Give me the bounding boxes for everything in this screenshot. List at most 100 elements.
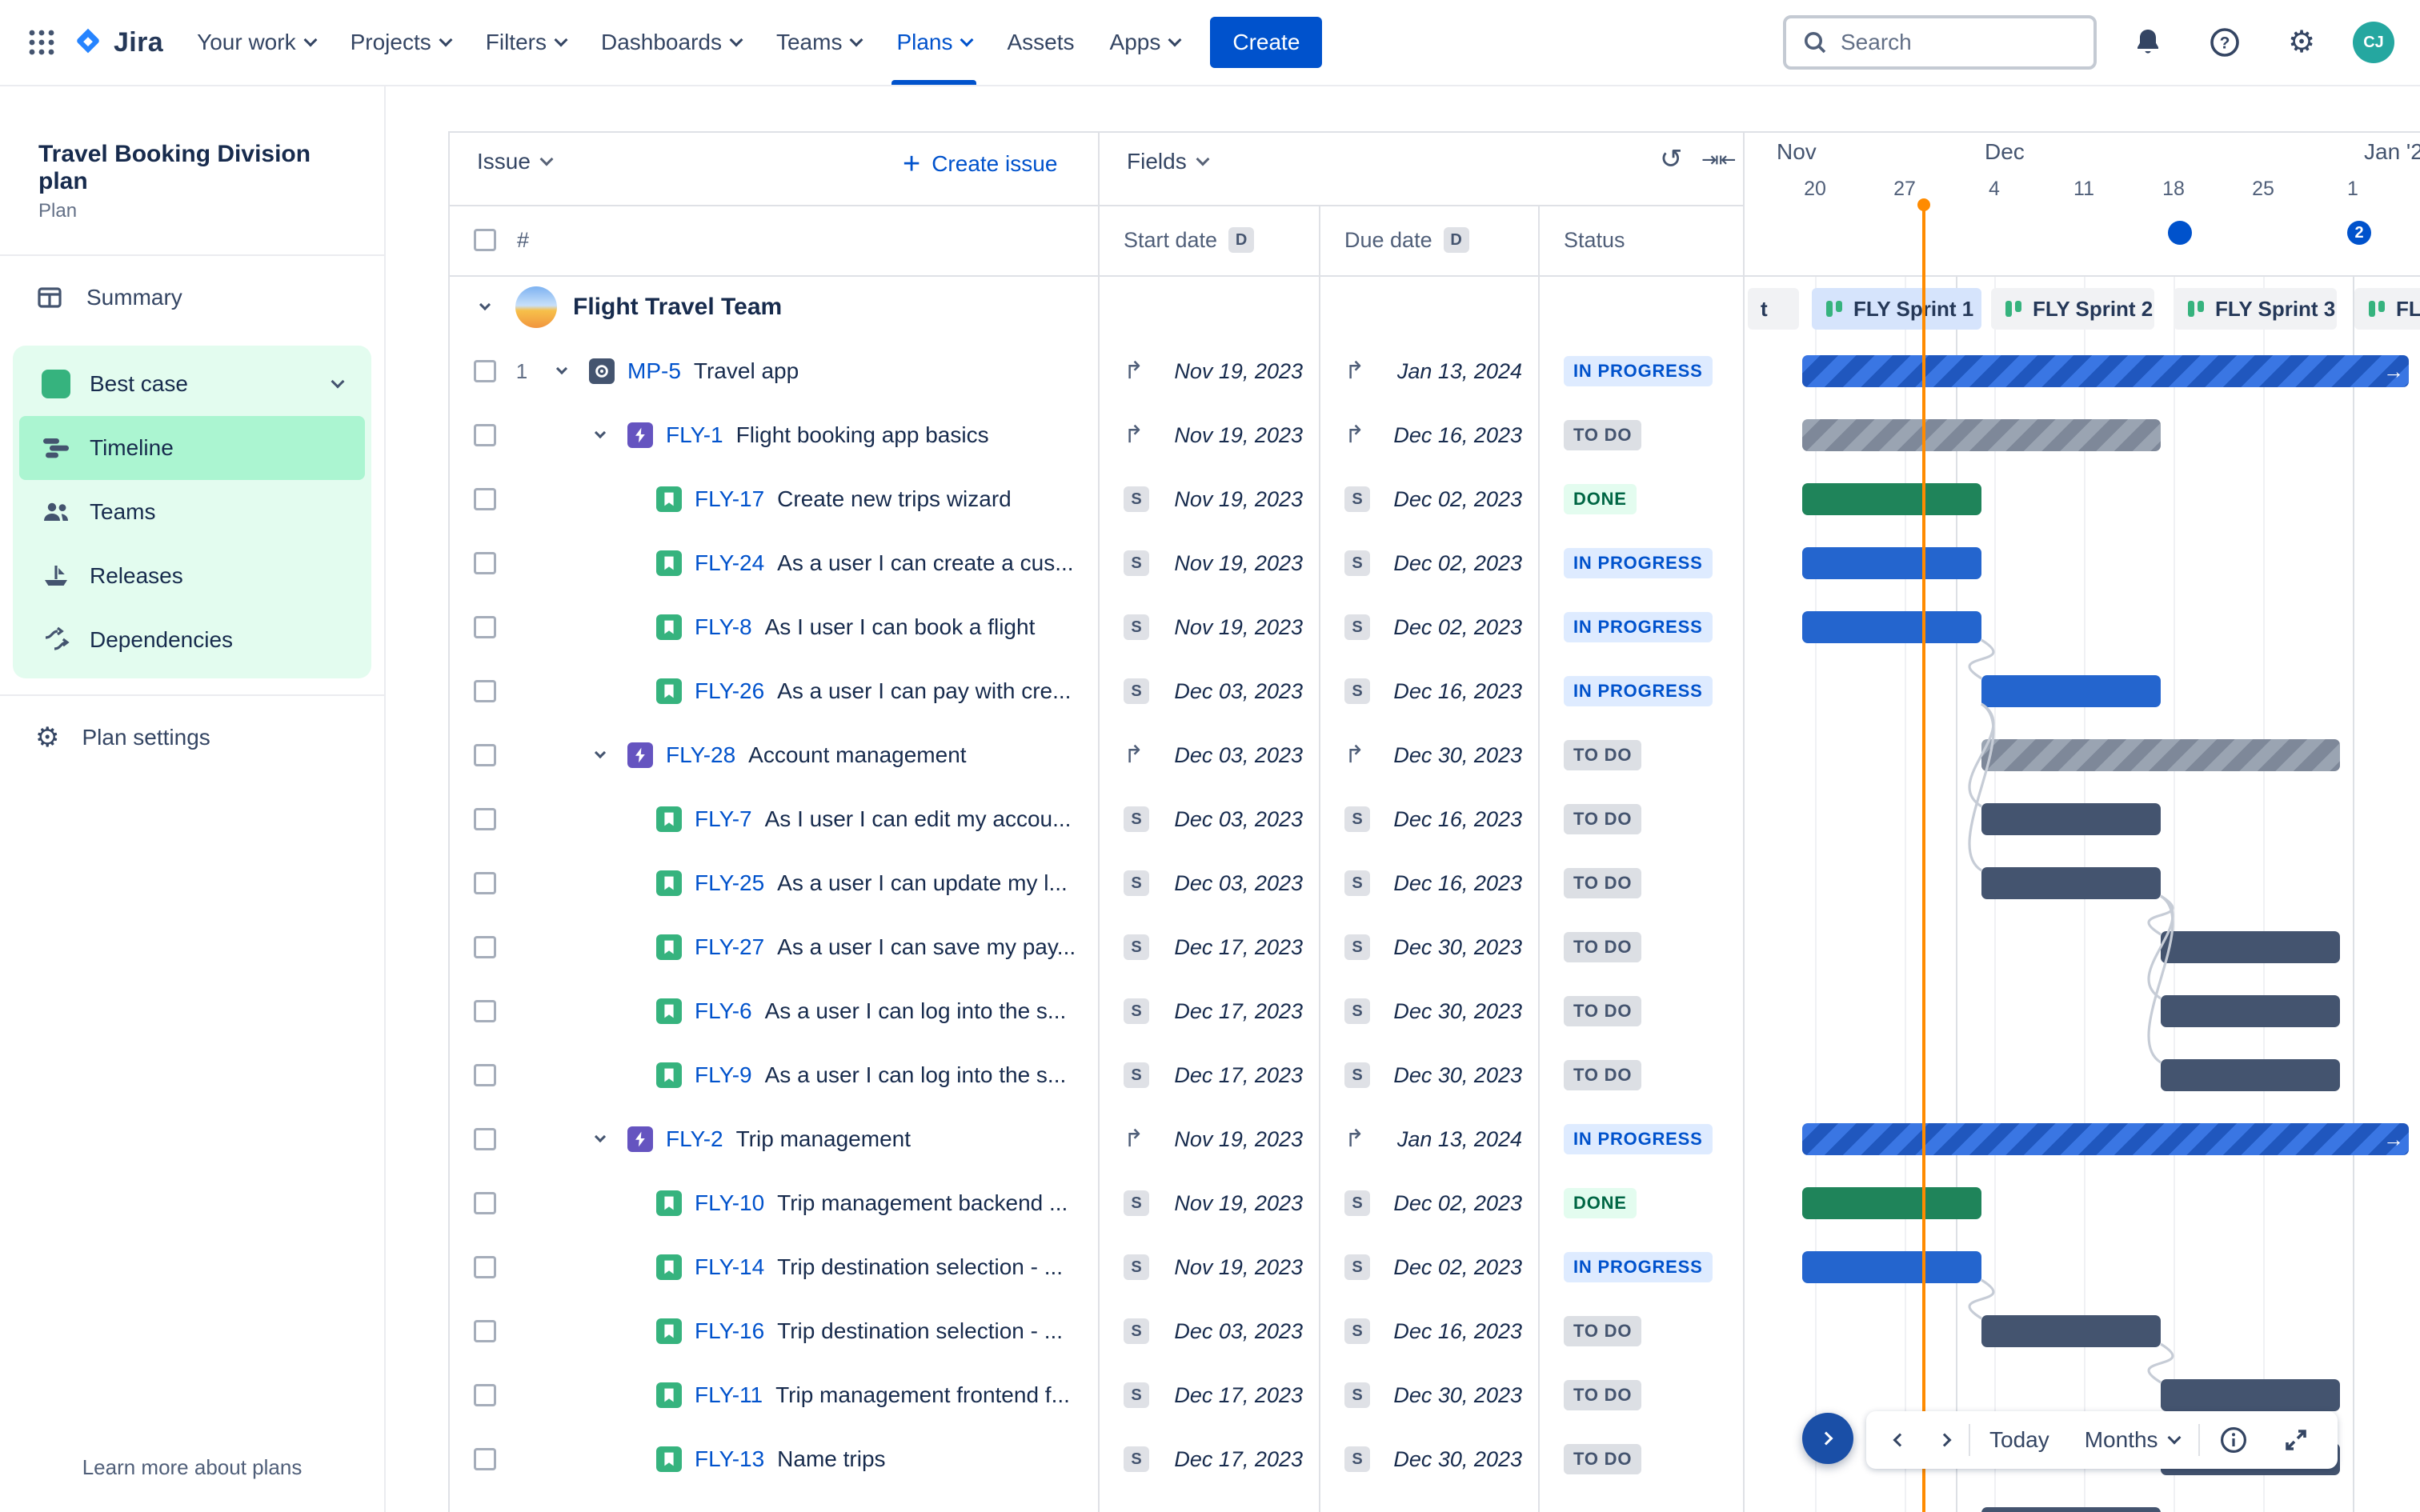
gantt-bar[interactable] xyxy=(2161,931,2340,963)
start-date-cell[interactable]: ↱ Dec 03, 2023 xyxy=(1098,723,1319,787)
gantt-bar[interactable] xyxy=(1981,675,2161,707)
gantt-bar[interactable] xyxy=(2161,995,2340,1027)
notifications-button[interactable] xyxy=(2122,17,2174,68)
undo-button[interactable]: ↺ xyxy=(1660,146,1683,173)
info-button[interactable] xyxy=(2203,1411,2264,1469)
collapse-columns-button[interactable]: ⇥⇤ xyxy=(1701,149,1737,170)
release-marker[interactable]: 2 xyxy=(2347,221,2371,245)
gantt-bar[interactable] xyxy=(1981,1507,2161,1512)
issue-row[interactable]: FLY-6 As a user I can log into the s... S D… xyxy=(448,979,1743,1043)
sidebar-item-timeline[interactable]: Timeline xyxy=(19,416,365,480)
issue-row[interactable]: FLY-13 Name trips S Dec 17, 2023 S Dec 30, 20… xyxy=(448,1427,1743,1491)
fullscreen-button[interactable] xyxy=(2267,1411,2325,1469)
start-date-cell[interactable]: S Dec 17, 2023 xyxy=(1098,979,1319,1043)
start-date-cell[interactable]: S Nov 19, 2023 xyxy=(1098,531,1319,595)
timeline-next-button[interactable] xyxy=(1802,1413,1853,1464)
issue-row[interactable]: FLY-28 Account management ↱ Dec 03, 2023 ↱ De… xyxy=(448,723,1743,787)
column-header-start-date[interactable]: Start date D xyxy=(1124,205,1255,275)
issue-key-link[interactable]: FLY-8 xyxy=(695,614,752,640)
due-date-cell[interactable]: S Dec 30, 2023 xyxy=(1319,1043,1538,1107)
settings-button[interactable]: ⚙ xyxy=(2276,17,2327,68)
issue-key-link[interactable]: FLY-14 xyxy=(695,1254,764,1280)
sprint-chip[interactable]: t xyxy=(1748,288,1799,330)
issue-key-link[interactable]: FLY-7 xyxy=(695,806,752,832)
due-date-cell[interactable]: S Dec 16, 2023 xyxy=(1319,851,1538,915)
release-marker[interactable] xyxy=(2168,221,2192,245)
gantt-bar[interactable]: → xyxy=(1802,1123,2409,1155)
select-all-checkbox[interactable] xyxy=(474,229,496,251)
issue-row[interactable]: FLY-14 Trip destination selection - ... S N… xyxy=(448,1235,1743,1299)
issue-key-link[interactable]: FLY-26 xyxy=(695,678,764,704)
start-date-cell[interactable]: S Dec 17, 2023 xyxy=(1098,1043,1319,1107)
issue-key-link[interactable]: FLY-6 xyxy=(695,998,752,1024)
issue-key-link[interactable]: FLY-17 xyxy=(695,486,764,512)
nav-item-apps[interactable]: Apps xyxy=(1092,0,1198,85)
start-date-cell[interactable]: S Nov 19, 2023 xyxy=(1098,467,1319,531)
gantt-bar[interactable] xyxy=(2161,1059,2340,1091)
column-header-status[interactable]: Status xyxy=(1564,205,1625,275)
due-date-cell[interactable]: S Dec 02, 2023 xyxy=(1319,531,1538,595)
gantt-bar[interactable] xyxy=(1981,1315,2161,1347)
user-avatar[interactable]: CJ xyxy=(2353,22,2394,63)
sidebar-item-releases[interactable]: Releases xyxy=(19,544,365,608)
gantt-bar[interactable] xyxy=(1802,483,1981,515)
start-date-cell[interactable]: S Dec 03, 2023 xyxy=(1098,787,1319,851)
issue-row[interactable]: FLY-11 Trip management frontend f... S Dec … xyxy=(448,1363,1743,1427)
issue-key-link[interactable]: FLY-25 xyxy=(695,870,764,896)
issue-row[interactable]: FLY-24 As a user I can create a cus... S No… xyxy=(448,531,1743,595)
sprint-chip[interactable]: FLY Sprint 4 xyxy=(2354,288,2420,330)
create-button[interactable]: Create xyxy=(1210,17,1323,68)
due-date-cell[interactable]: S Dec 30, 2023 xyxy=(1319,979,1538,1043)
search-input[interactable] xyxy=(1841,30,2077,55)
issue-row[interactable]: FLY-2 Trip management ↱ Nov 19, 2023 ↱ Jan 13… xyxy=(448,1107,1743,1171)
due-date-cell[interactable]: S Dec 16, 2023 xyxy=(1319,787,1538,851)
due-date-cell[interactable]: S Dec 30, 2023 xyxy=(1319,915,1538,979)
issue-row[interactable]: FLY-27 As a user I can save my pay... S Dec… xyxy=(448,915,1743,979)
due-date-cell[interactable]: S Dec 30, 2023 xyxy=(1319,1363,1538,1427)
search-box[interactable] xyxy=(1783,15,2097,70)
start-date-cell[interactable]: S Dec 17, 2023 xyxy=(1098,915,1319,979)
nav-item-projects[interactable]: Projects xyxy=(333,0,468,85)
start-date-cell[interactable]: S Nov 19, 2023 xyxy=(1098,1171,1319,1235)
team-group-row[interactable]: Flight Travel Team xyxy=(448,275,1743,339)
range-dropdown[interactable]: Months xyxy=(2069,1411,2195,1469)
issue-key-link[interactable]: FLY-16 xyxy=(695,1318,764,1344)
issue-row[interactable]: FLY-8 As I user I can book a flight S Nov 1… xyxy=(448,595,1743,659)
issue-dropdown[interactable]: Issue xyxy=(477,149,554,174)
gantt-bar[interactable]: → xyxy=(1802,355,2409,387)
issue-row[interactable] xyxy=(448,1491,1743,1512)
fields-dropdown[interactable]: Fields xyxy=(1127,149,1210,174)
due-date-cell[interactable]: ↱ Dec 16, 2023 xyxy=(1319,403,1538,467)
issue-row[interactable]: FLY-16 Trip destination selection - ... S D… xyxy=(448,1299,1743,1363)
issue-key-link[interactable]: FLY-1 xyxy=(666,422,723,448)
start-date-cell[interactable]: S Nov 19, 2023 xyxy=(1098,1235,1319,1299)
issue-row[interactable]: FLY-7 As I user I can edit my accou... S De… xyxy=(448,787,1743,851)
gantt-bar[interactable] xyxy=(1802,611,1981,643)
start-date-cell[interactable]: ↱ Nov 19, 2023 xyxy=(1098,339,1319,403)
issue-key-link[interactable]: FLY-27 xyxy=(695,934,764,960)
gantt-bar[interactable] xyxy=(1802,1251,1981,1283)
sidebar-item-dependencies[interactable]: Dependencies xyxy=(19,608,365,672)
scenario-selector[interactable]: Best case xyxy=(19,352,365,416)
nav-item-teams[interactable]: Teams xyxy=(759,0,879,85)
due-date-cell[interactable]: S Dec 02, 2023 xyxy=(1319,1171,1538,1235)
today-button[interactable]: Today xyxy=(1973,1411,2065,1469)
create-issue-button[interactable]: + Create issue xyxy=(903,149,1057,179)
issue-key-link[interactable]: FLY-11 xyxy=(695,1382,763,1408)
issue-row[interactable]: FLY-1 Flight booking app basics ↱ Nov 19, 2… xyxy=(448,403,1743,467)
issue-key-link[interactable]: FLY-10 xyxy=(695,1190,764,1216)
gantt-bar[interactable] xyxy=(1981,867,2161,899)
nav-item-assets[interactable]: Assets xyxy=(989,0,1092,85)
issue-key-link[interactable]: MP-5 xyxy=(627,358,681,384)
nav-item-dashboards[interactable]: Dashboards xyxy=(583,0,759,85)
help-button[interactable]: ? xyxy=(2199,17,2250,68)
sprint-chip[interactable]: FLY Sprint 1 xyxy=(1812,288,1981,330)
expand-chevron[interactable] xyxy=(586,1130,615,1143)
gantt-bar[interactable] xyxy=(1802,1187,1981,1219)
due-date-cell[interactable]: ↱ Jan 13, 2024 xyxy=(1319,339,1538,403)
scroll-right-button[interactable] xyxy=(1924,1411,1965,1469)
start-date-cell[interactable]: ↱ Nov 19, 2023 xyxy=(1098,403,1319,467)
column-header-due-date[interactable]: Due date D xyxy=(1344,205,1469,275)
due-date-cell[interactable]: S Dec 02, 2023 xyxy=(1319,467,1538,531)
gantt-bar[interactable] xyxy=(2161,1379,2340,1411)
